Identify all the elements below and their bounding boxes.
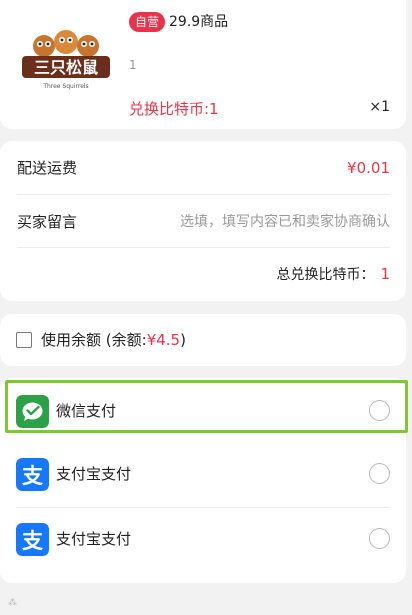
payment-option-alipay-2[interactable]: 支 支付宝支付 xyxy=(0,507,406,570)
payment-option-alipay[interactable]: 支 支付宝支付 xyxy=(0,443,406,505)
wechat-pay-icon xyxy=(16,395,49,428)
product-card: 三只松鼠 Three Squirrels 自营 29.9商品 1 兑换比特币:1… xyxy=(0,0,406,129)
alipay-icon: 支 xyxy=(16,523,49,556)
balance-card[interactable]: 使用余额 (余额:¥4.5) xyxy=(0,314,406,366)
self-operated-badge: 自营 xyxy=(129,12,166,32)
three-squirrels-logo: 三只松鼠 Three Squirrels xyxy=(22,30,110,90)
shipping-value: ¥0.01 xyxy=(347,158,390,177)
use-balance-label[interactable]: 使用余额 (余额:¥4.5) xyxy=(41,329,186,350)
buyer-message-label: 买家留言 xyxy=(17,212,78,231)
payment-radio-alipay[interactable] xyxy=(369,463,390,484)
payment-label-alipay-2: 支付宝支付 xyxy=(56,530,132,548)
alipay-icon: 支 xyxy=(16,458,49,491)
buyer-message-input[interactable]: 选填，填写内容已和卖家协商确认 xyxy=(180,211,390,231)
shipping-label: 配送运费 xyxy=(17,159,78,177)
balance-label-text: 使用余额 (余额: xyxy=(41,331,147,349)
balance-label-close: ) xyxy=(180,331,186,349)
payment-label-alipay: 支付宝支付 xyxy=(56,465,132,483)
payment-label-wechat: 微信支付 xyxy=(56,402,117,420)
balance-amount: ¥4.5 xyxy=(146,331,181,349)
product-quantity: ×1 xyxy=(369,99,390,115)
payment-radio-wechat[interactable] xyxy=(369,400,390,421)
payment-option-wechat[interactable]: 微信支付 xyxy=(0,380,406,442)
payment-radio-alipay-2[interactable] xyxy=(369,528,390,549)
product-spec: 1 xyxy=(129,58,137,72)
logo-subtext: Three Squirrels xyxy=(42,83,88,90)
svg-text:支: 支 xyxy=(22,464,44,488)
total-row: 总兑换比特币： 1 xyxy=(17,247,390,300)
buyer-message-row[interactable]: 买家留言 选填，填写内容已和卖家协商确认 xyxy=(17,194,390,247)
order-summary-card: 配送运费 ¥0.01 买家留言 选填，填写内容已和卖家协商确认 总兑换比特币： … xyxy=(0,141,406,301)
watermark: ⁂ xyxy=(8,598,17,608)
total-label: 总兑换比特币： xyxy=(276,267,375,283)
shipping-row: 配送运费 ¥0.01 xyxy=(17,141,390,194)
product-price: 兑换比特币:1 xyxy=(129,100,219,118)
svg-text:支: 支 xyxy=(22,529,44,553)
total-value: 1 xyxy=(380,265,390,283)
product-title: 29.9商品 xyxy=(169,14,229,30)
logo-text: 三只松鼠 xyxy=(34,58,98,77)
payment-methods-card: 微信支付 支 支付宝支付 支 支付宝支付 xyxy=(0,378,408,583)
use-balance-checkbox[interactable] xyxy=(16,332,32,348)
